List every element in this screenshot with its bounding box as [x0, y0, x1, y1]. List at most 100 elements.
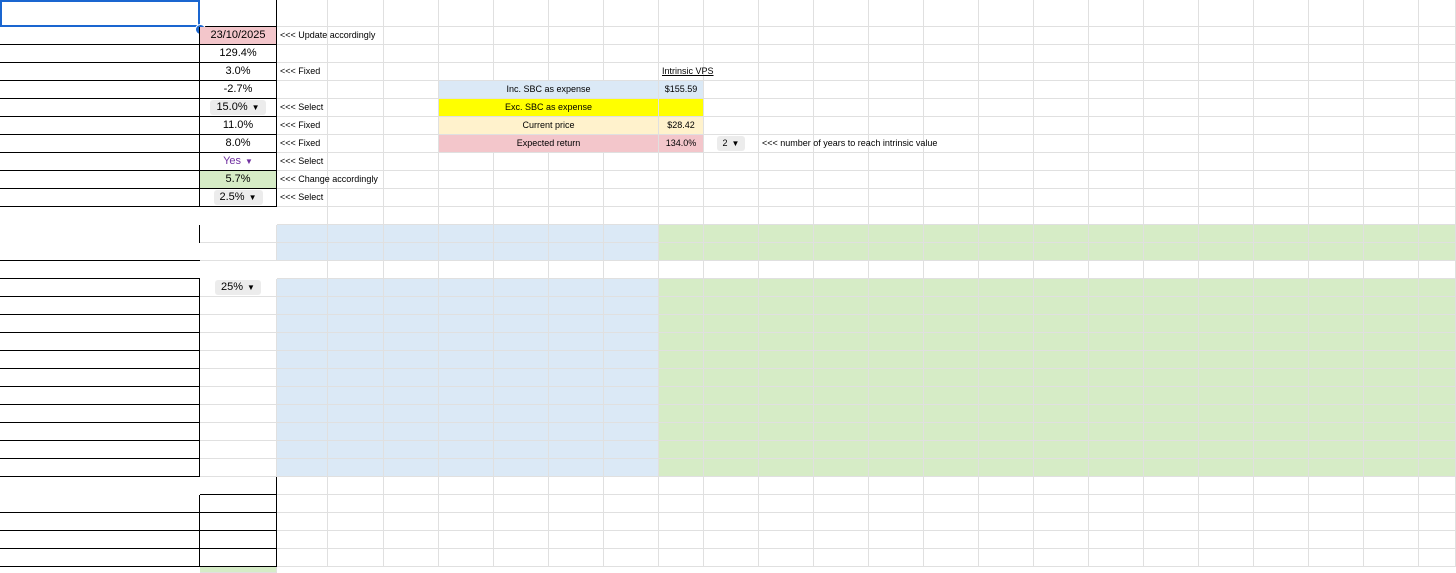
- fy-cell[interactable]: [1089, 243, 1144, 261]
- empty-cell[interactable]: [277, 81, 328, 99]
- period-cell[interactable]: [1199, 225, 1254, 243]
- empty-cell[interactable]: [869, 153, 924, 171]
- empty-cell[interactable]: [704, 513, 759, 531]
- table-value-cell[interactable]: [979, 369, 1034, 387]
- empty-cell[interactable]: [604, 531, 659, 549]
- empty-cell[interactable]: [1364, 477, 1419, 495]
- empty-cell[interactable]: [1144, 261, 1199, 279]
- input-value[interactable]: 15.0% ▼: [200, 99, 277, 117]
- input-note[interactable]: <<< Change accordingly: [277, 171, 457, 189]
- table-value-cell[interactable]: [1034, 333, 1089, 351]
- table-value-cell[interactable]: [869, 423, 924, 441]
- table-row-label[interactable]: [0, 405, 200, 423]
- fy-cell[interactable]: [1419, 243, 1456, 261]
- empty-cell[interactable]: [1034, 99, 1089, 117]
- table-value-cell[interactable]: [924, 387, 979, 405]
- input-note[interactable]: <<< Update accordingly: [277, 27, 457, 45]
- period-cell[interactable]: [494, 225, 549, 243]
- table-value-cell[interactable]: [1309, 297, 1364, 315]
- empty-cell[interactable]: [1034, 0, 1089, 27]
- table-value-cell[interactable]: [704, 315, 759, 333]
- empty-cell[interactable]: [759, 99, 814, 117]
- empty-cell[interactable]: [384, 207, 439, 225]
- table-value-cell[interactable]: [384, 351, 439, 369]
- input-label[interactable]: [0, 63, 200, 81]
- empty-cell[interactable]: [814, 549, 869, 567]
- empty-cell[interactable]: [328, 549, 384, 567]
- table-value-cell[interactable]: [1089, 315, 1144, 333]
- empty-cell[interactable]: [1144, 531, 1199, 549]
- empty-cell[interactable]: [1254, 495, 1309, 513]
- table-row-label[interactable]: [0, 423, 200, 441]
- empty-cell[interactable]: [704, 153, 759, 171]
- empty-cell[interactable]: [439, 495, 494, 513]
- empty-cell[interactable]: [1364, 0, 1419, 27]
- empty-cell[interactable]: [439, 531, 494, 549]
- table-value-cell[interactable]: [549, 297, 604, 315]
- intrinsic-row-label[interactable]: Inc. SBC as expense: [439, 81, 659, 99]
- table-value-cell[interactable]: [1089, 333, 1144, 351]
- period-cell[interactable]: [1034, 225, 1089, 243]
- empty-cell[interactable]: [1419, 27, 1456, 45]
- table-value-cell[interactable]: [759, 315, 814, 333]
- table-value-cell[interactable]: [1254, 423, 1309, 441]
- empty-cell[interactable]: [1199, 477, 1254, 495]
- table-value-cell[interactable]: [1034, 387, 1089, 405]
- empty-cell[interactable]: [1144, 135, 1199, 153]
- empty-cell[interactable]: [1199, 81, 1254, 99]
- empty-cell[interactable]: [439, 261, 494, 279]
- empty-cell[interactable]: [814, 117, 869, 135]
- empty-cell[interactable]: [1309, 45, 1364, 63]
- table-value-cell[interactable]: [549, 441, 604, 459]
- table-value-cell[interactable]: [869, 387, 924, 405]
- fy-cell[interactable]: [1144, 243, 1199, 261]
- table-value-cell[interactable]: [814, 351, 869, 369]
- table-value-cell[interactable]: [1034, 315, 1089, 333]
- empty-cell[interactable]: [1254, 45, 1309, 63]
- empty-cell[interactable]: [759, 81, 814, 99]
- empty-cell[interactable]: [1254, 531, 1309, 549]
- empty-cell[interactable]: [759, 117, 814, 135]
- table-value-cell[interactable]: [384, 315, 439, 333]
- empty-cell[interactable]: [1089, 477, 1144, 495]
- table-value-cell[interactable]: [1144, 351, 1199, 369]
- empty-cell[interactable]: [1089, 117, 1144, 135]
- empty-cell[interactable]: [924, 0, 979, 27]
- empty-cell[interactable]: [494, 171, 549, 189]
- table-value-cell[interactable]: [869, 405, 924, 423]
- table-value-cell[interactable]: [439, 351, 494, 369]
- empty-cell[interactable]: [1364, 495, 1419, 513]
- empty-cell[interactable]: [1034, 27, 1089, 45]
- table-value-cell[interactable]: [328, 405, 384, 423]
- table-value-cell[interactable]: [277, 387, 328, 405]
- empty-cell[interactable]: [659, 153, 704, 171]
- empty-cell[interactable]: [494, 153, 549, 171]
- fy-cell[interactable]: [924, 243, 979, 261]
- empty-cell[interactable]: [979, 189, 1034, 207]
- empty-cell[interactable]: [869, 513, 924, 531]
- table-value-cell[interactable]: [1364, 459, 1419, 477]
- empty-cell[interactable]: [439, 45, 494, 63]
- empty-cell[interactable]: [1419, 495, 1456, 513]
- fy-cell[interactable]: [604, 243, 659, 261]
- table-value-cell[interactable]: [924, 333, 979, 351]
- empty-cell[interactable]: [1419, 171, 1456, 189]
- table-value-cell[interactable]: [1419, 369, 1456, 387]
- empty-cell[interactable]: [814, 477, 869, 495]
- empty-cell[interactable]: [1089, 27, 1144, 45]
- empty-cell[interactable]: [439, 513, 494, 531]
- empty-cell[interactable]: [277, 495, 328, 513]
- table-value-cell[interactable]: [494, 423, 549, 441]
- fy-cell[interactable]: [277, 243, 328, 261]
- table-value-cell[interactable]: [439, 459, 494, 477]
- empty-cell[interactable]: [1034, 207, 1089, 225]
- empty-cell[interactable]: [1419, 63, 1456, 81]
- empty-cell[interactable]: [384, 45, 439, 63]
- empty-cell[interactable]: [1254, 153, 1309, 171]
- period-cell[interactable]: [759, 225, 814, 243]
- table-value-cell[interactable]: [924, 459, 979, 477]
- empty-cell[interactable]: [604, 63, 659, 81]
- empty-cell[interactable]: [1254, 27, 1309, 45]
- summary-value[interactable]: [200, 549, 277, 567]
- table-value-cell[interactable]: [1199, 369, 1254, 387]
